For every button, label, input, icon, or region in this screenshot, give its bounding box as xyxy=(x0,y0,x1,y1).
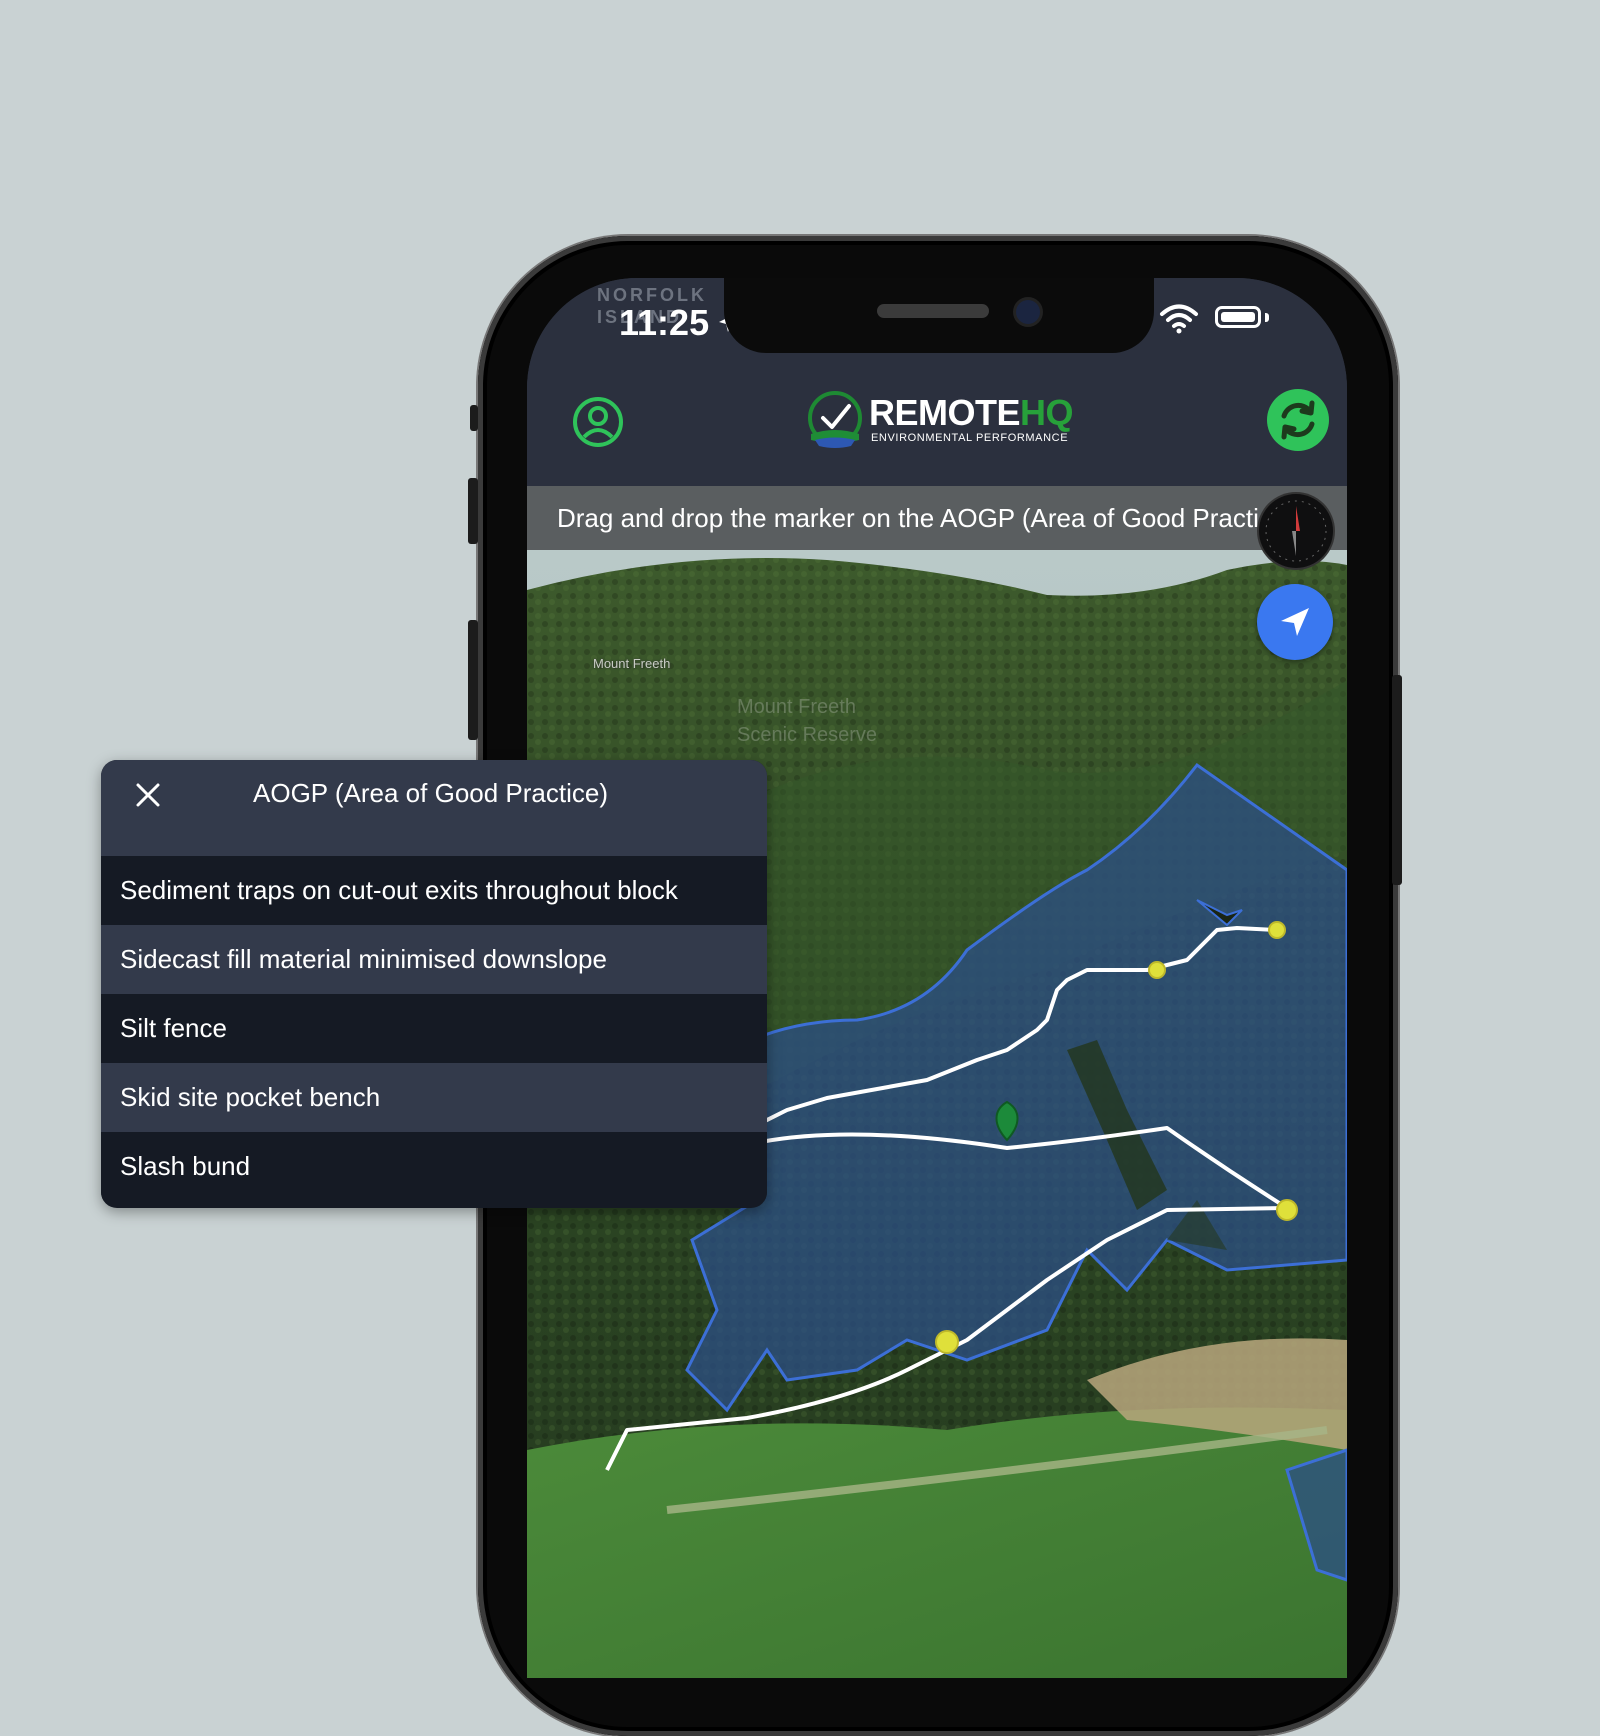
navigation-arrow-icon xyxy=(1281,608,1309,636)
popup-title: AOGP (Area of Good Practice) xyxy=(253,778,608,808)
aogp-list: Sediment traps on cut-out exits througho… xyxy=(101,856,767,1201)
logo-word-accent: HQ xyxy=(1020,392,1074,433)
front-camera xyxy=(1016,300,1040,324)
compass-icon xyxy=(1265,500,1327,562)
logo-wordmark: REMOTEHQ xyxy=(869,392,1074,434)
compass-button[interactable] xyxy=(1259,494,1333,568)
phone-power-button xyxy=(1392,675,1402,885)
list-item[interactable]: Silt fence xyxy=(101,994,767,1063)
list-item[interactable]: Sidecast fill material minimised downslo… xyxy=(101,925,767,994)
popup-header: AOGP (Area of Good Practice) xyxy=(101,760,767,856)
map-label-reserve-line2: Scenic Reserve xyxy=(737,724,878,746)
notch xyxy=(724,278,1154,353)
user-circle-icon[interactable] xyxy=(571,395,625,449)
sync-icon xyxy=(1281,400,1315,440)
remotehq-logo: REMOTEHQ ENVIRONMENTAL PERFORMANCE xyxy=(805,388,1075,452)
phone-silent-switch xyxy=(470,405,478,431)
sync-button[interactable] xyxy=(1267,389,1329,451)
logo-subtitle: ENVIRONMENTAL PERFORMANCE xyxy=(871,432,1069,444)
battery-cap xyxy=(1265,313,1269,322)
app-header: REMOTEHQ ENVIRONMENTAL PERFORMANCE xyxy=(527,378,1347,486)
battery-icon xyxy=(1215,306,1261,328)
status-bar: NORFOLK ISLAND 11:25 xyxy=(527,278,1347,378)
instruction-banner: Drag and drop the marker on the AOGP (Ar… xyxy=(527,486,1347,550)
map-label-reserve-line1: Mount Freeth xyxy=(737,696,856,718)
list-item[interactable]: Slash bund xyxy=(101,1132,767,1201)
close-icon[interactable] xyxy=(133,780,163,810)
list-item[interactable]: Skid site pocket bench xyxy=(101,1063,767,1132)
earpiece-speaker xyxy=(877,304,989,318)
phone-volume-down xyxy=(468,620,478,740)
phone-volume-up xyxy=(468,478,478,544)
locate-button[interactable] xyxy=(1257,584,1333,660)
wifi-icon xyxy=(1160,304,1198,334)
map-label-peak: Mount Freeth xyxy=(593,656,671,671)
aogp-popup: AOGP (Area of Good Practice) Sediment tr… xyxy=(101,760,767,1208)
logo-word-main: REMOTE xyxy=(869,392,1021,433)
list-item[interactable]: Sediment traps on cut-out exits througho… xyxy=(101,856,767,925)
logo-check-icon xyxy=(808,391,862,448)
status-time: 11:25 xyxy=(619,302,710,343)
